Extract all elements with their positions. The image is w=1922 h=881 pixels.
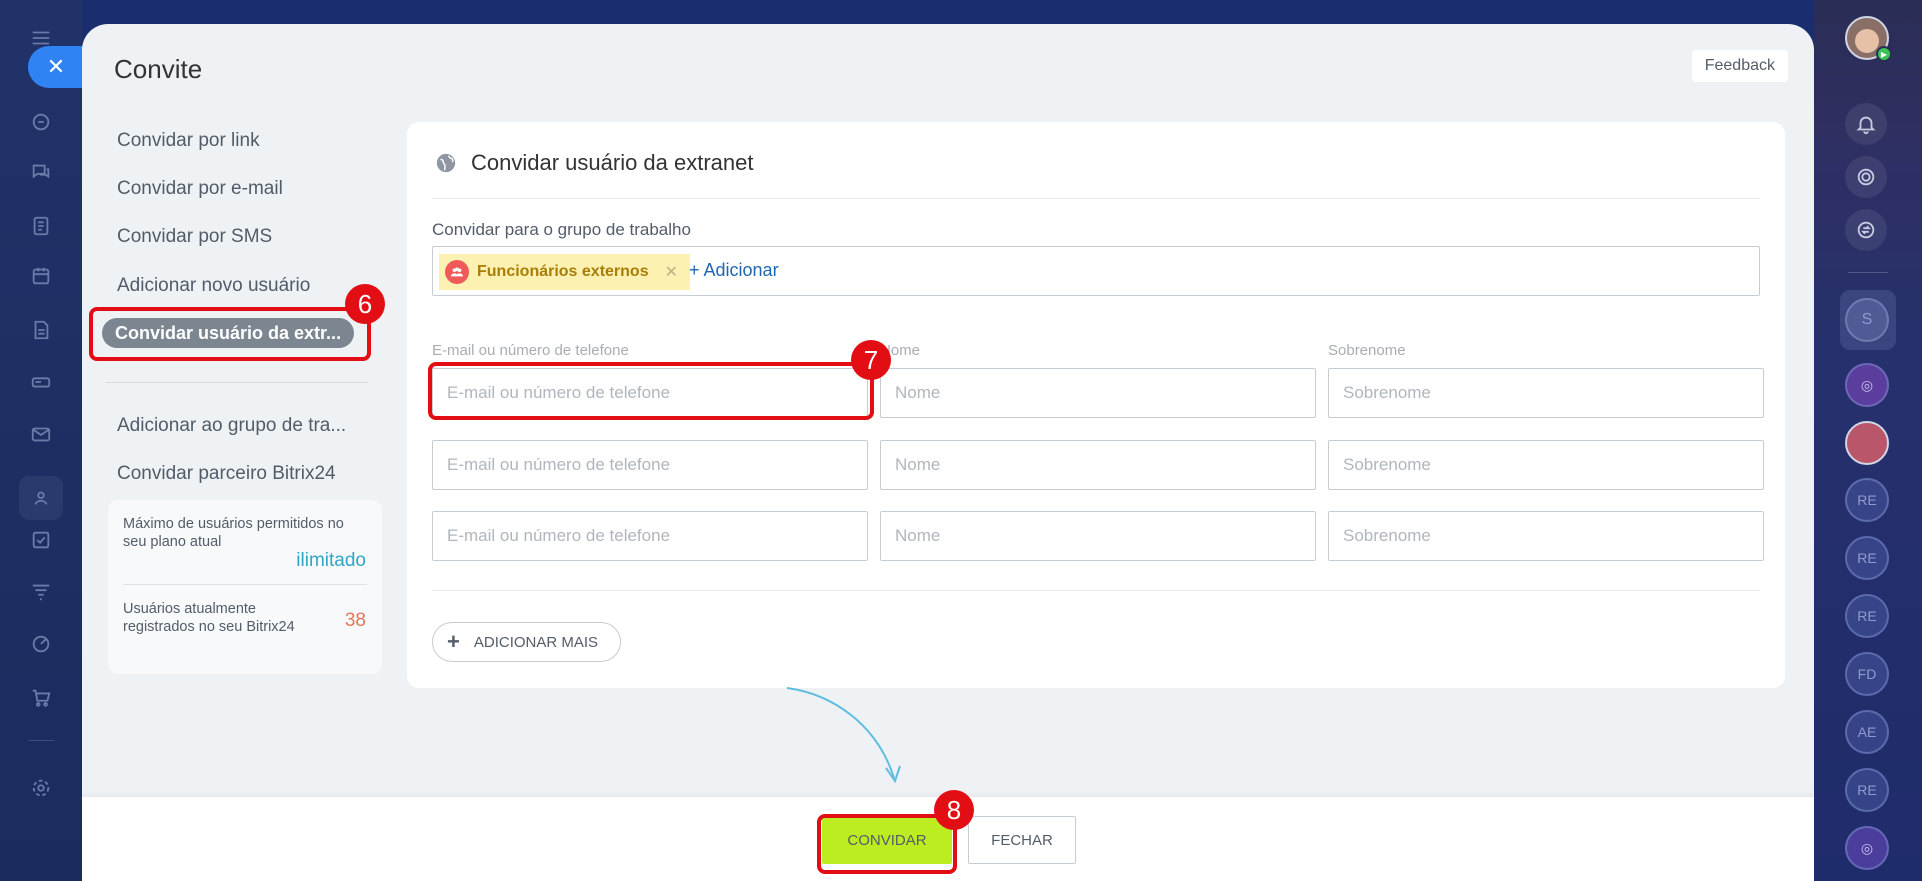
right-sidebar: ▶ S ◎ RE RE RE FD AE RE ◎ [1814, 0, 1922, 881]
group-users-icon [445, 260, 469, 284]
step-badge-7: 7 [851, 340, 891, 380]
registered-users-label: Usuários atualmente registrados no seu B… [123, 601, 295, 635]
chat-avatar-photo[interactable] [1845, 421, 1889, 465]
documents-icon[interactable] [29, 318, 53, 342]
cart-icon[interactable] [29, 686, 53, 710]
surname-field-3[interactable] [1328, 511, 1764, 561]
checklist-icon[interactable] [29, 528, 53, 552]
close-panel-button[interactable]: ✕ [28, 46, 84, 88]
highlight-box-6 [89, 307, 371, 361]
step-badge-6: 6 [345, 284, 385, 324]
surname-column-label: Sobrenome [1328, 342, 1406, 359]
menu-item-add-user[interactable]: Adicionar novo usuário [117, 275, 310, 297]
group-chat-icon[interactable]: ◎ [1845, 363, 1889, 407]
group-tag-label: Funcionários externos [477, 263, 649, 280]
surname-field-1[interactable] [1328, 368, 1764, 418]
funnel-icon[interactable] [29, 580, 53, 604]
card-title-divider [432, 198, 1760, 199]
plus-icon: + [447, 629, 460, 654]
invite-panel: Convite Feedback Convidar por link Convi… [82, 24, 1814, 881]
surname-field-2[interactable] [1328, 440, 1764, 490]
name-field-1[interactable] [880, 368, 1316, 418]
max-users-label: Máximo de usuários permitidos no seu pla… [123, 516, 344, 550]
right-rail-divider [1848, 272, 1888, 273]
tasks-icon[interactable] [29, 214, 53, 238]
chat-avatar-re-1[interactable]: RE [1845, 478, 1889, 522]
email-field-3[interactable] [432, 511, 868, 561]
email-field-2[interactable] [432, 440, 868, 490]
highlight-box-8 [817, 814, 957, 874]
chat-avatar-fd[interactable]: FD [1845, 652, 1889, 696]
user-limits-box: Máximo de usuários permitidos no seu pla… [108, 500, 382, 674]
employees-icon[interactable] [19, 476, 63, 520]
limits-divider [123, 584, 367, 585]
online-status-icon: ▶ [1876, 46, 1892, 62]
drive-icon[interactable] [29, 370, 53, 394]
sync-chat-icon[interactable] [1845, 209, 1887, 251]
chat-avatar-ae[interactable]: AE [1845, 710, 1889, 754]
calendar-icon[interactable] [29, 264, 53, 288]
menu-divider [106, 382, 368, 383]
highlight-box-7 [428, 362, 874, 420]
page-title: Convite [114, 54, 203, 84]
copilot-icon[interactable] [1845, 156, 1887, 198]
name-field-2[interactable] [880, 440, 1316, 490]
settings-icon[interactable] [29, 776, 53, 800]
name-field-3[interactable] [880, 511, 1316, 561]
globe-icon [436, 153, 456, 173]
form-divider [432, 590, 1760, 591]
feedback-button[interactable]: Feedback [1691, 50, 1788, 82]
notifications-icon[interactable] [1845, 103, 1887, 145]
add-group-link[interactable]: + Adicionar [689, 260, 779, 281]
avatar-face [1855, 29, 1879, 53]
remove-tag-icon[interactable]: ✕ [665, 262, 678, 282]
step-badge-8: 8 [934, 790, 974, 830]
card-title: Convidar usuário da extranet [471, 150, 754, 175]
chat-avatar-re-4[interactable]: RE [1845, 768, 1889, 812]
analytics-icon[interactable] [29, 632, 53, 656]
group-tag: Funcionários externos ✕ [439, 254, 690, 290]
left-sidebar [0, 0, 82, 881]
group-selector[interactable]: Funcionários externos ✕ + Adicionar [432, 246, 1760, 296]
group-label: Convidar para o grupo de trabalho [432, 220, 691, 239]
chat-icon[interactable] [29, 160, 53, 184]
menu-item-add-to-group[interactable]: Adicionar ao grupo de tra... [117, 415, 346, 437]
add-more-label: ADICIONAR MAIS [473, 633, 599, 651]
close-icon: ✕ [46, 54, 66, 79]
chat-avatar-re-2[interactable]: RE [1845, 536, 1889, 580]
menu-item-invite-link[interactable]: Convidar por link [117, 130, 260, 152]
registered-users-value: 38 [344, 610, 366, 631]
menu-item-invite-sms[interactable]: Convidar por SMS [117, 226, 272, 248]
email-column-label: E-mail ou número de telefone [432, 342, 629, 359]
group-chat-icon-2[interactable]: ◎ [1845, 826, 1889, 870]
chat-avatar-re-3[interactable]: RE [1845, 594, 1889, 638]
chat-avatar-s[interactable]: S [1845, 298, 1889, 342]
max-users-value: ilimitado [296, 550, 366, 571]
rail-divider [28, 740, 54, 741]
menu-item-invite-email[interactable]: Convidar por e-mail [117, 178, 283, 200]
hint-arrow-icon [786, 687, 901, 784]
add-more-button[interactable]: + ADICIONAR MAIS [432, 622, 622, 662]
close-button[interactable]: FECHAR [968, 816, 1076, 864]
feed-icon[interactable] [29, 110, 53, 134]
menu-item-invite-partner[interactable]: Convidar parceiro Bitrix24 [117, 463, 336, 485]
mail-icon[interactable] [29, 422, 53, 446]
